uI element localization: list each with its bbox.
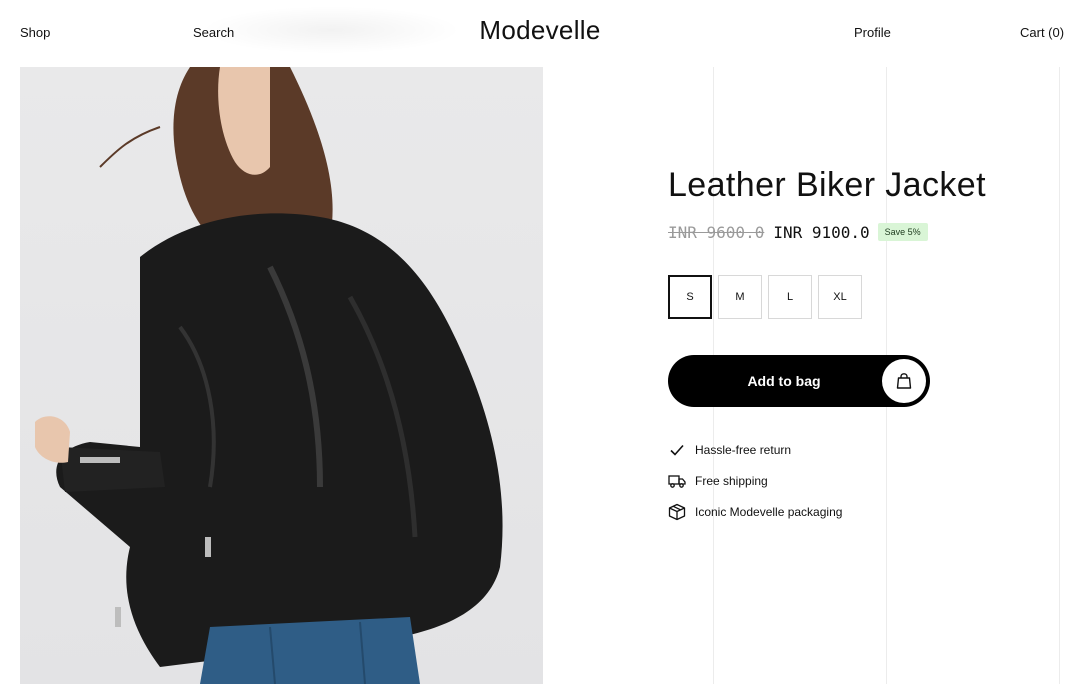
truck-icon [668, 472, 686, 490]
size-option-xl[interactable]: XL [818, 275, 862, 319]
feature-label: Hassle-free return [695, 443, 792, 457]
grid-line [1059, 67, 1060, 684]
product-page: Shop Search Modevelle Profile Cart (0) L… [0, 0, 1080, 684]
size-option-m[interactable]: M [718, 275, 762, 319]
price-row: INR 9600.0 INR 9100.0 Save 5% [668, 221, 928, 243]
feature-iconic-packaging: Iconic Modevelle packaging [668, 503, 842, 521]
bag-icon [882, 359, 926, 403]
feature-label: Free shipping [695, 474, 768, 488]
product-title: Leather Biker Jacket [668, 166, 986, 204]
nav-profile-link[interactable]: Profile [854, 25, 891, 40]
save-badge: Save 5% [877, 223, 928, 241]
jacket-photo-illustration [35, 67, 503, 684]
feature-free-shipping: Free shipping [668, 472, 768, 490]
package-icon [668, 503, 686, 521]
size-selector: S M L XL [668, 275, 868, 319]
add-to-bag-button[interactable]: Add to bag [668, 355, 930, 407]
check-icon [668, 441, 686, 459]
nav-cart-link[interactable]: Cart (0) [1020, 25, 1064, 40]
current-price: INR 9100.0 [773, 222, 870, 242]
site-header: Shop Search Modevelle Profile Cart (0) [0, 0, 1080, 66]
feature-label: Iconic Modevelle packaging [695, 505, 843, 519]
feature-hassle-free-return: Hassle-free return [668, 441, 791, 459]
size-option-l[interactable]: L [768, 275, 812, 319]
product-image [20, 67, 543, 684]
original-price: INR 9600.0 [668, 222, 765, 242]
brand-logo[interactable]: Modevelle [0, 15, 1080, 46]
size-option-s[interactable]: S [668, 275, 712, 319]
add-to-bag-label: Add to bag [747, 373, 821, 389]
